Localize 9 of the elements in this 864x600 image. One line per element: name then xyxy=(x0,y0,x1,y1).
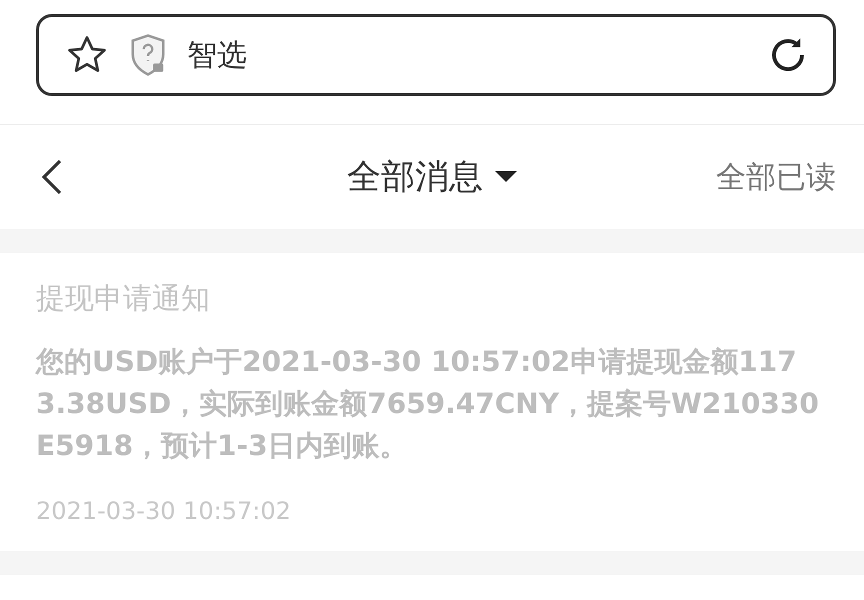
back-icon[interactable] xyxy=(40,159,64,195)
page-title[interactable]: 全部消息 xyxy=(347,154,483,200)
message-title: 提现申请通知 xyxy=(36,280,211,317)
caret-icon[interactable] xyxy=(495,171,517,183)
shield-icon[interactable] xyxy=(129,33,167,77)
address-field[interactable]: 智选 xyxy=(36,14,836,96)
mark-all-read-link[interactable]: 全部已读 xyxy=(716,156,836,198)
message-body: 您的USD账户于2021-03-30 10:57:02申请提现金额1173.38USD，实际到账金额7659.47CNY，提案号W210330E5918，预计1-3日内到账。 xyxy=(36,344,820,464)
site-name: 智选 xyxy=(187,36,248,74)
